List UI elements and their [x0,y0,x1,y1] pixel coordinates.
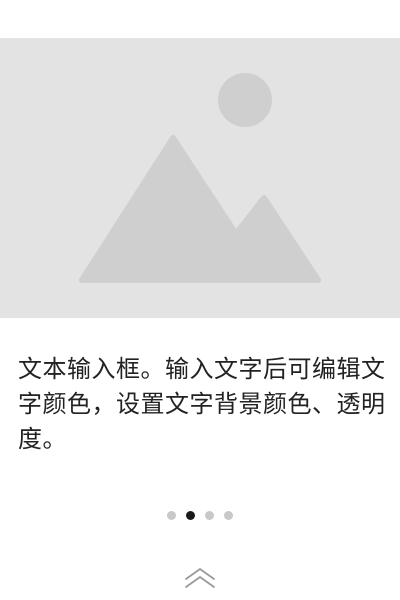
double-chevron-up-icon [185,568,215,588]
feature-description: 文本输入框。输入文字后可编辑文字颜色，设置文字背景颜色、透明度。 [18,355,386,453]
image-placeholder [0,38,400,318]
sun-shape [218,73,272,127]
image-placeholder-icon [79,73,321,283]
swipe-up-button[interactable] [183,566,217,592]
page-indicator [0,509,400,521]
page-dot-1[interactable] [167,510,176,520]
page-dot-2-active[interactable] [186,510,195,520]
page-dot-4[interactable] [224,510,233,520]
mountain-shape [79,135,321,283]
page-dot-3[interactable] [205,510,214,520]
